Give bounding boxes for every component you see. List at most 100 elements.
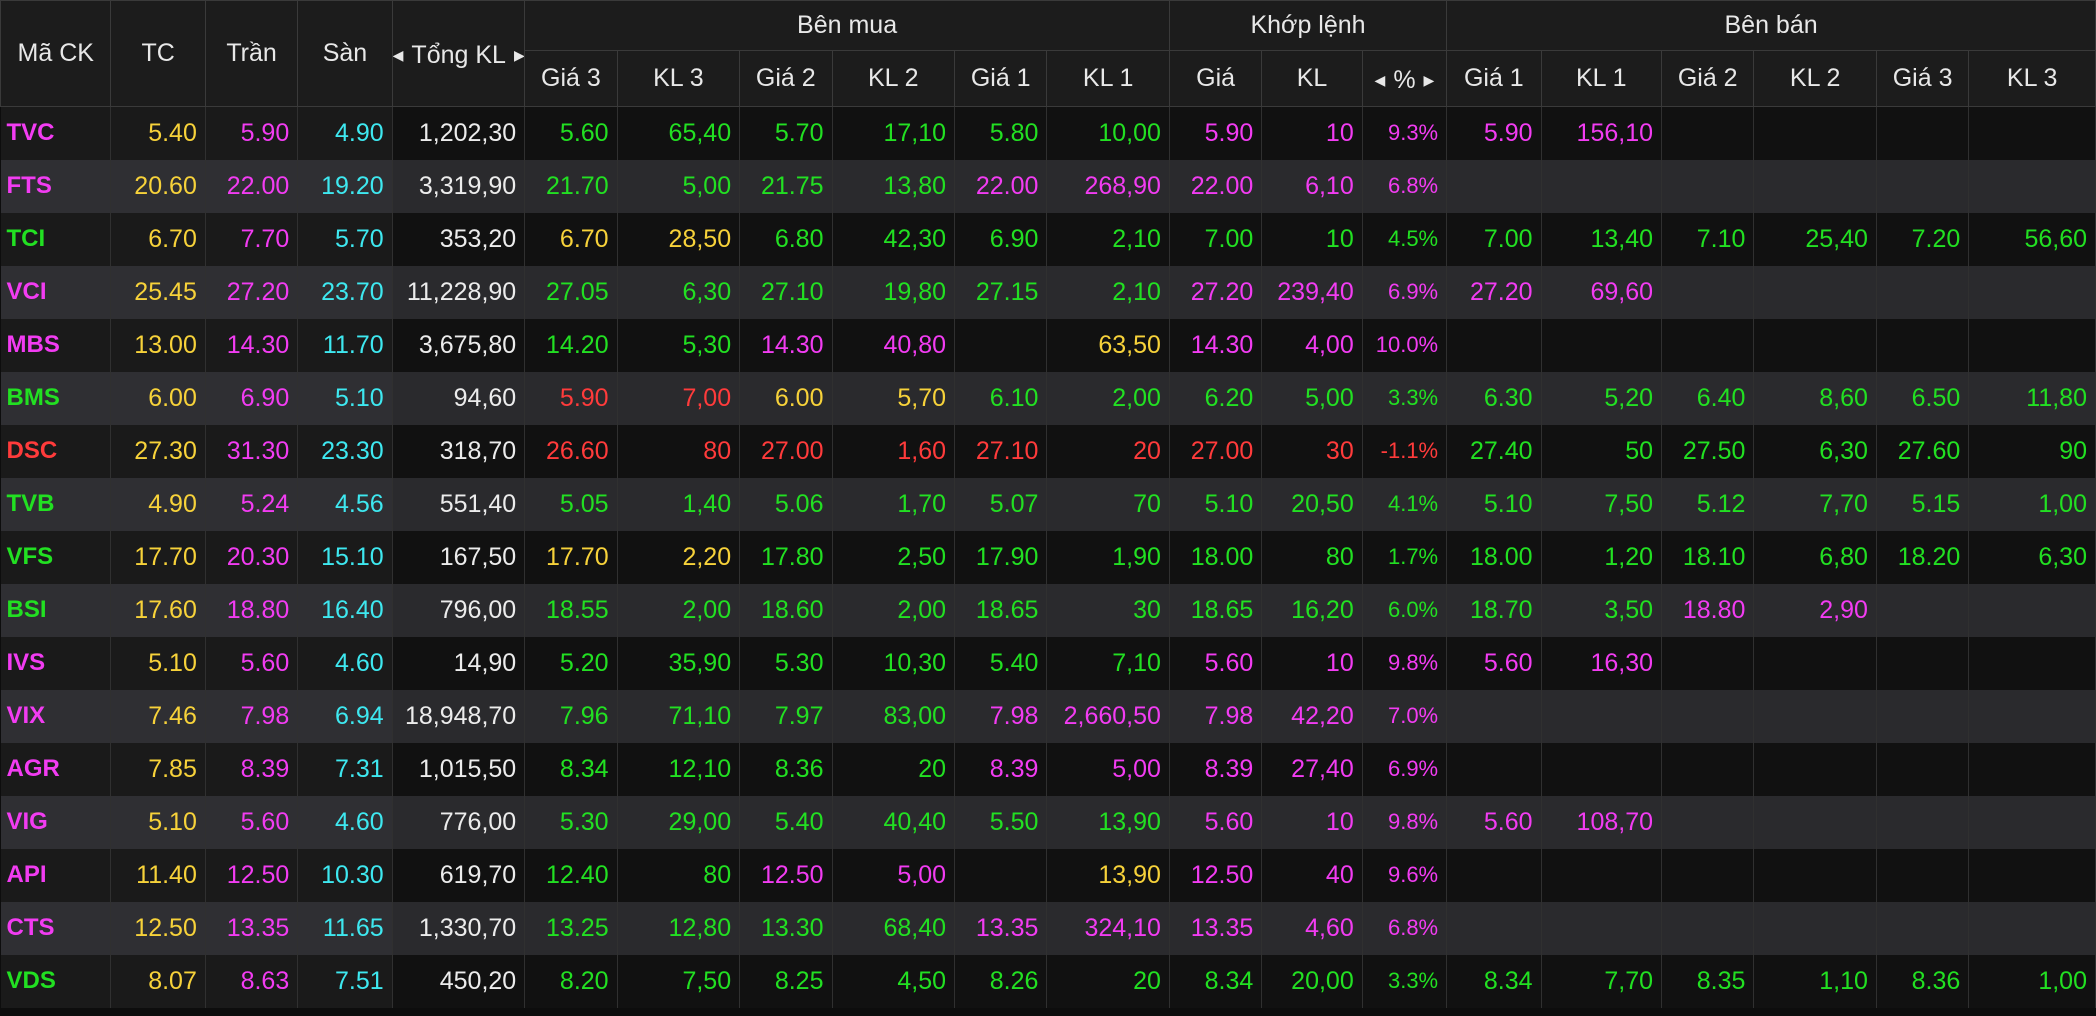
buy-cell[interactable]: 6,30 — [617, 265, 741, 319]
sell-cell[interactable] — [1446, 848, 1542, 902]
sell-cell[interactable]: 5.10 — [1446, 477, 1542, 531]
sell-cell[interactable]: 8.35 — [1661, 954, 1755, 1008]
sell-cell[interactable] — [1446, 742, 1542, 796]
buy-cell[interactable]: 5.30 — [739, 636, 833, 690]
buy-cell[interactable]: 18.60 — [739, 583, 833, 637]
sell-cell[interactable] — [1876, 901, 1970, 955]
sell-cell[interactable]: 16,30 — [1541, 636, 1663, 690]
sell-cell[interactable] — [1661, 901, 1755, 955]
buy-cell[interactable]: 1,60 — [832, 424, 956, 478]
symbol-cell[interactable]: TVB — [0, 477, 112, 531]
sell-cell[interactable] — [1968, 106, 2096, 160]
header-buy-col[interactable]: Giá 3 — [524, 50, 618, 107]
sell-cell[interactable]: 27.40 — [1446, 424, 1542, 478]
sell-cell[interactable]: 18.00 — [1446, 530, 1542, 584]
buy-cell[interactable]: 8.26 — [954, 954, 1048, 1008]
buy-cell[interactable]: 13,90 — [1046, 848, 1170, 902]
sell-cell[interactable] — [1446, 318, 1542, 372]
symbol-cell[interactable]: VIX — [0, 689, 112, 743]
buy-cell[interactable]: 29,00 — [617, 795, 741, 849]
buy-cell[interactable]: 20 — [1046, 954, 1170, 1008]
sell-cell[interactable] — [1446, 159, 1542, 213]
buy-cell[interactable]: 6.70 — [524, 212, 618, 266]
buy-cell[interactable]: 12.40 — [524, 848, 618, 902]
buy-cell[interactable]: 21.75 — [739, 159, 833, 213]
symbol-cell[interactable]: VCI — [0, 265, 112, 319]
sell-cell[interactable]: 69,60 — [1541, 265, 1663, 319]
sell-cell[interactable]: 8,60 — [1753, 371, 1877, 425]
buy-cell[interactable]: 7.97 — [739, 689, 833, 743]
sell-cell[interactable] — [1876, 742, 1970, 796]
symbol-cell[interactable]: AGR — [0, 742, 112, 796]
sell-cell[interactable] — [1661, 742, 1755, 796]
symbol-cell[interactable]: DSC — [0, 424, 112, 478]
sell-cell[interactable]: 5.12 — [1661, 477, 1755, 531]
buy-cell[interactable]: 2,660,50 — [1046, 689, 1170, 743]
buy-cell[interactable]: 1,90 — [1046, 530, 1170, 584]
buy-cell[interactable]: 2,20 — [617, 530, 741, 584]
buy-cell[interactable]: 70 — [1046, 477, 1170, 531]
buy-cell[interactable]: 7.96 — [524, 689, 618, 743]
buy-cell[interactable]: 1,40 — [617, 477, 741, 531]
sell-cell[interactable] — [1753, 265, 1877, 319]
header-match-volume[interactable]: KL — [1261, 50, 1363, 107]
header-total-volume[interactable]: ◀ Tổng KL ▶ — [391, 0, 526, 107]
sell-cell[interactable]: 6.40 — [1661, 371, 1755, 425]
sell-cell[interactable]: 5.15 — [1876, 477, 1970, 531]
arrow-right-icon[interactable]: ▶ — [1424, 72, 1435, 89]
sell-cell[interactable] — [1541, 901, 1663, 955]
sell-cell[interactable]: 18.80 — [1661, 583, 1755, 637]
sell-cell[interactable] — [1541, 848, 1663, 902]
buy-cell[interactable]: 22.00 — [954, 159, 1048, 213]
symbol-cell[interactable]: VFS — [0, 530, 112, 584]
header-match-price[interactable]: Giá — [1168, 50, 1263, 107]
buy-cell[interactable]: 5.40 — [954, 636, 1048, 690]
sell-cell[interactable] — [1968, 583, 2096, 637]
sell-cell[interactable] — [1541, 318, 1663, 372]
sell-cell[interactable] — [1876, 318, 1970, 372]
sell-cell[interactable]: 7,50 — [1541, 477, 1663, 531]
buy-cell[interactable]: 5.80 — [954, 106, 1048, 160]
sell-cell[interactable]: 6,30 — [1968, 530, 2096, 584]
table-row[interactable]: CTS 12.50 13.35 11.65 1,330,70 13.25 12,80 13.3… — [0, 901, 2096, 955]
buy-cell[interactable]: 7.98 — [954, 689, 1048, 743]
sell-cell[interactable]: 7.10 — [1661, 212, 1755, 266]
buy-cell[interactable]: 40,40 — [832, 795, 956, 849]
buy-cell[interactable]: 7,50 — [617, 954, 741, 1008]
buy-cell[interactable]: 14.20 — [524, 318, 618, 372]
symbol-cell[interactable]: VIG — [0, 795, 112, 849]
sell-cell[interactable]: 7,70 — [1541, 954, 1663, 1008]
sell-cell[interactable] — [1661, 159, 1755, 213]
buy-cell[interactable]: 8.36 — [739, 742, 833, 796]
header-sell-col[interactable]: Giá 3 — [1875, 50, 1970, 107]
buy-cell[interactable]: 5,30 — [617, 318, 741, 372]
symbol-cell[interactable]: API — [0, 848, 112, 902]
buy-cell[interactable]: 12,10 — [617, 742, 741, 796]
symbol-cell[interactable]: FTS — [0, 159, 112, 213]
sell-cell[interactable]: 5.90 — [1446, 106, 1542, 160]
buy-cell[interactable]: 7,10 — [1046, 636, 1170, 690]
symbol-cell[interactable]: BMS — [0, 371, 112, 425]
buy-cell[interactable]: 17.70 — [524, 530, 618, 584]
sell-cell[interactable]: 27.20 — [1446, 265, 1542, 319]
buy-cell[interactable]: 13.35 — [954, 901, 1048, 955]
symbol-cell[interactable]: CTS — [0, 901, 112, 955]
sell-cell[interactable]: 18.20 — [1876, 530, 1970, 584]
table-row[interactable]: API 11.40 12.50 10.30 619,70 12.40 80 12.50 5,00… — [0, 848, 2096, 902]
sell-cell[interactable] — [1541, 159, 1663, 213]
buy-cell[interactable]: 28,50 — [617, 212, 741, 266]
sell-cell[interactable]: 2,90 — [1753, 583, 1877, 637]
buy-cell[interactable]: 6.10 — [954, 371, 1048, 425]
sell-cell[interactable] — [1661, 795, 1755, 849]
buy-cell[interactable]: 5.07 — [954, 477, 1048, 531]
table-row[interactable]: VCI 25.45 27.20 23.70 11,228,90 27.05 6,30 27.1… — [0, 265, 2096, 319]
header-buy-col[interactable]: Giá 2 — [739, 50, 833, 107]
buy-cell[interactable]: 5,00 — [617, 159, 741, 213]
buy-cell[interactable]: 17.80 — [739, 530, 833, 584]
buy-cell[interactable]: 4,50 — [832, 954, 956, 1008]
sell-cell[interactable]: 27.50 — [1661, 424, 1755, 478]
table-row[interactable]: VIG 5.10 5.60 4.60 776,00 5.30 29,00 5.40 40,40 5… — [0, 795, 2096, 849]
sell-cell[interactable] — [1876, 848, 1970, 902]
buy-cell[interactable]: 19,80 — [832, 265, 956, 319]
header-buy-col[interactable]: KL 1 — [1046, 50, 1170, 107]
